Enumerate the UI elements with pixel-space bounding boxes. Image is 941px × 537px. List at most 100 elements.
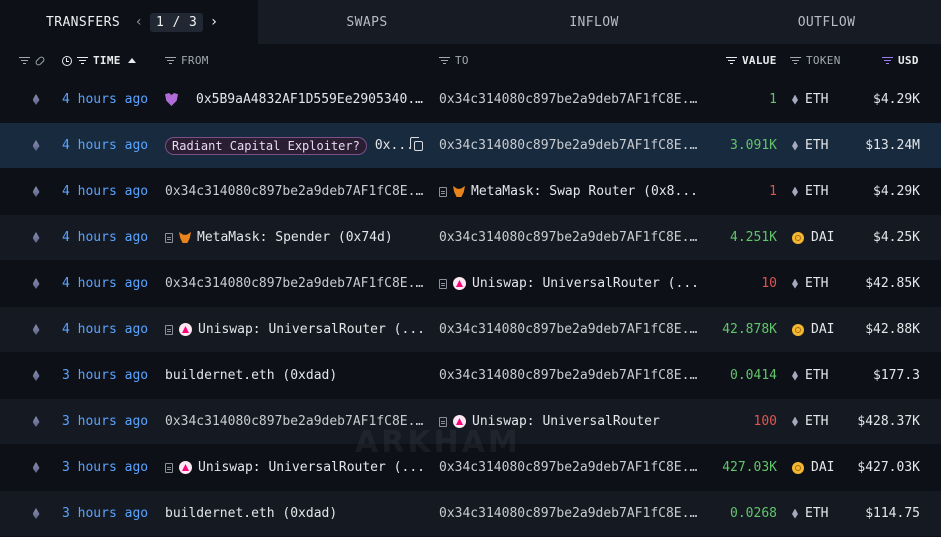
from-cell[interactable]: MetaMask: Spender (0x74d) [165,215,427,260]
column-to[interactable]: TO [439,44,469,77]
to-cell[interactable]: 0x34c314080c897be2a9deb7AF1fC8E... [439,491,701,536]
token-cell[interactable]: ETH [792,491,842,536]
table-row[interactable]: 4 hours ago Radiant Capital Exploiter? 0… [0,123,941,169]
filter-icon[interactable] [19,56,30,65]
copy-icon[interactable] [410,137,423,151]
from-cell[interactable]: 0x34c314080c897be2a9deb7AF1fC8E... [165,169,427,214]
to-address[interactable]: 0x34c314080c897be2a9deb7AF1fC8E... [439,368,701,383]
from-address[interactable]: 0x34c314080c897be2a9deb7AF1fC8E... [165,276,427,291]
chevron-right-icon[interactable]: › [207,14,221,30]
to-cell[interactable]: MetaMask: Swap Router (0x8... [439,169,701,214]
to-cell[interactable]: 0x34c314080c897be2a9deb7AF1fC8E... [439,77,701,122]
chevron-left-icon[interactable]: ‹ [132,14,146,30]
table-row[interactable]: 4 hours ago Uniswap: UniversalRouter (..… [0,307,941,353]
to-address[interactable]: 0x34c314080c897be2a9deb7AF1fC8E... [439,230,701,245]
from-entity-name[interactable]: Uniswap: UniversalRouter (... [198,322,425,337]
tab-inflow[interactable]: INFLOW [476,0,712,44]
table-row[interactable]: 3 hours ago 0x34c314080c897be2a9deb7AF1f… [0,399,941,445]
tab-swaps[interactable]: SWAPS [258,0,476,44]
entity-label-pill[interactable]: Radiant Capital Exploiter? [165,136,367,155]
page-indicator: 1 / 3 [150,12,204,32]
table-row[interactable]: 3 hours ago buildernet.eth (0xdad) 0x34c… [0,353,941,399]
from-entity-name[interactable]: buildernet.eth (0xdad) [165,506,337,521]
token-cell[interactable]: DAI [792,445,842,490]
from-entity-name[interactable]: buildernet.eth (0xdad) [165,368,337,383]
from-entity-name[interactable]: Uniswap: UniversalRouter (... [198,460,425,475]
time-link[interactable]: 4 hours ago [62,307,160,352]
to-cell[interactable]: Uniswap: UniversalRouter (... [439,261,701,306]
table-row[interactable]: 3 hours ago Uniswap: UniversalRouter (..… [0,445,941,491]
to-cell[interactable]: 0x34c314080c897be2a9deb7AF1fC8E... [439,445,701,490]
time-link[interactable]: 3 hours ago [62,399,160,444]
chain-filter[interactable] [19,44,46,77]
from-cell[interactable]: Uniswap: UniversalRouter (... [165,307,427,352]
token-cell[interactable]: ETH [792,123,842,168]
table-row[interactable]: 4 hours ago 0x34c314080c897be2a9deb7AF1f… [0,169,941,215]
from-cell[interactable]: 0x5B9aA4832AF1D559Ee2905340... [165,77,427,122]
from-entity-name[interactable]: MetaMask: Spender (0x74d) [197,230,393,245]
table-row[interactable]: 4 hours ago 0x34c314080c897be2a9deb7AF1f… [0,261,941,307]
table-row[interactable]: 4 hours ago 0x5B9aA4832AF1D559Ee2905340.… [0,77,941,123]
filter-icon[interactable] [165,56,176,65]
from-cell[interactable]: 0x34c314080c897be2a9deb7AF1fC8E... [165,399,427,444]
tab-transfers[interactable]: TRANSFERS ‹ 1 / 3 › [0,0,258,44]
token-cell[interactable]: ETH [792,353,842,398]
from-cell[interactable]: 0x34c314080c897be2a9deb7AF1fC8E... [165,261,427,306]
time-link[interactable]: 4 hours ago [62,123,160,168]
from-address[interactable]: 0x34c314080c897be2a9deb7AF1fC8E... [165,414,427,429]
filter-icon[interactable] [77,56,88,65]
column-usd[interactable]: USD [882,44,919,77]
dai-icon [792,461,804,474]
value-cell: 42.878K [722,322,777,337]
table-row[interactable]: 4 hours ago MetaMask: Spender (0x74d) 0x… [0,215,941,261]
to-cell[interactable]: 0x34c314080c897be2a9deb7AF1fC8E... [439,307,701,352]
to-cell[interactable]: 0x34c314080c897be2a9deb7AF1fC8E... [439,215,701,260]
from-address[interactable]: 0x5B9aA4832AF1D559Ee2905340... [196,92,427,107]
token-cell[interactable]: ETH [792,77,842,122]
token-cell[interactable]: ETH [792,169,842,214]
from-address[interactable]: 0x... [375,138,414,153]
from-cell[interactable]: buildernet.eth (0xdad) [165,491,427,536]
to-address[interactable]: 0x34c314080c897be2a9deb7AF1fC8E... [439,460,701,475]
to-cell[interactable]: 0x34c314080c897be2a9deb7AF1fC8E... [439,123,701,168]
time-link[interactable]: 4 hours ago [62,169,160,214]
to-entity-name[interactable]: Uniswap: UniversalRouter [472,414,660,429]
filter-icon[interactable] [882,56,893,65]
sort-ascending-icon[interactable] [127,58,136,63]
filter-icon[interactable] [790,56,801,65]
time-link[interactable]: 3 hours ago [62,491,160,536]
token-cell[interactable]: ETH [792,261,842,306]
token-cell[interactable]: DAI [792,215,842,260]
time-link[interactable]: 4 hours ago [62,261,160,306]
tab-outflow[interactable]: OUTFLOW [712,0,941,44]
column-time[interactable]: TIME [62,44,136,77]
to-address[interactable]: 0x34c314080c897be2a9deb7AF1fC8E... [439,138,701,153]
to-entity-name[interactable]: Uniswap: UniversalRouter (... [472,276,699,291]
token-symbol: DAI [811,322,835,337]
time-link[interactable]: 3 hours ago [62,445,160,490]
contract-icon [165,232,173,243]
to-address[interactable]: 0x34c314080c897be2a9deb7AF1fC8E... [439,92,701,107]
filter-icon[interactable] [726,56,737,65]
from-cell[interactable]: buildernet.eth (0xdad) [165,353,427,398]
from-cell[interactable]: Radiant Capital Exploiter? 0x... [165,123,427,168]
token-cell[interactable]: DAI [792,307,842,352]
table-row[interactable]: 3 hours ago buildernet.eth (0xdad) 0x34c… [0,491,941,537]
to-cell[interactable]: 0x34c314080c897be2a9deb7AF1fC8E... [439,353,701,398]
column-from[interactable]: FROM [165,44,209,77]
to-entity-name[interactable]: MetaMask: Swap Router (0x8... [471,184,698,199]
to-address[interactable]: 0x34c314080c897be2a9deb7AF1fC8E... [439,322,701,337]
time-link[interactable]: 4 hours ago [62,215,160,260]
chain-cell [28,215,44,260]
tab-inflow-label: INFLOW [569,14,619,30]
to-cell[interactable]: Uniswap: UniversalRouter [439,399,701,444]
time-link[interactable]: 4 hours ago [62,77,160,122]
time-link[interactable]: 3 hours ago [62,353,160,398]
from-cell[interactable]: Uniswap: UniversalRouter (... [165,445,427,490]
column-token[interactable]: TOKEN [790,44,841,77]
token-cell[interactable]: ETH [792,399,842,444]
column-value[interactable]: VALUE [726,44,777,77]
from-address[interactable]: 0x34c314080c897be2a9deb7AF1fC8E... [165,184,427,199]
filter-icon[interactable] [439,56,450,65]
to-address[interactable]: 0x34c314080c897be2a9deb7AF1fC8E... [439,506,701,521]
